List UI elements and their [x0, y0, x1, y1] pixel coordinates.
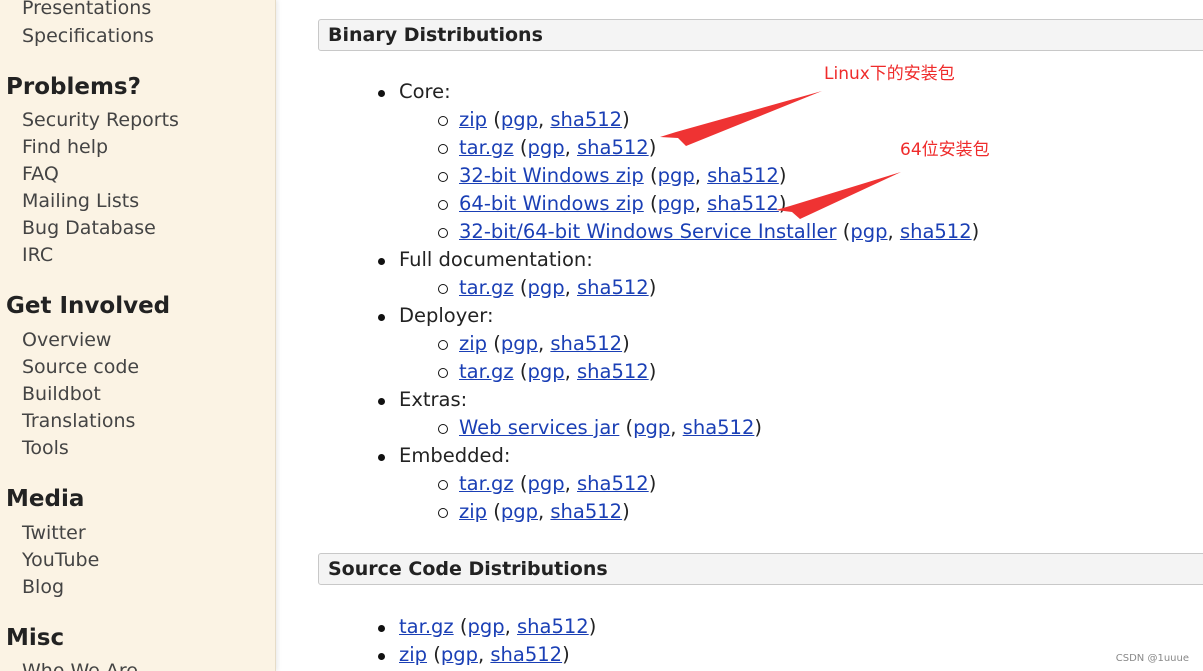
sidebar-item-youtube[interactable]: YouTube	[22, 549, 99, 571]
sub-bullet	[438, 480, 448, 490]
watermark: CSDN @1uuue	[1115, 653, 1189, 664]
fulldoc-targz-link[interactable]: tar.gz	[459, 276, 514, 299]
embedded-zip-link[interactable]: zip	[459, 500, 487, 523]
core-win32-pgp-link[interactable]: pgp	[658, 164, 695, 187]
core-win64-sha512-link[interactable]: sha512	[707, 192, 779, 215]
source-targz-pgp-link[interactable]: pgp	[467, 615, 504, 638]
core-targz-link[interactable]: tar.gz	[459, 136, 514, 159]
sidebar-heading-media: Media	[6, 486, 85, 512]
sidebar-item-who-we-are[interactable]: Who We Are	[22, 660, 138, 671]
fulldoc-pgp-link[interactable]: pgp	[527, 276, 564, 299]
sidebar-item-twitter[interactable]: Twitter	[22, 522, 86, 544]
sub-bullet	[438, 368, 448, 378]
sidebar-item-security-reports[interactable]: Security Reports	[22, 109, 179, 131]
sidebar-heading-problems: Problems?	[6, 74, 141, 100]
embedded-targz-pgp-link[interactable]: pgp	[527, 472, 564, 495]
extras-label: Extras:	[399, 388, 468, 411]
sidebar-heading-get-involved: Get Involved	[6, 293, 171, 319]
source-zip-sha512-link[interactable]: sha512	[490, 643, 562, 666]
deployer-targz-pgp-link[interactable]: pgp	[527, 360, 564, 383]
arrow-to-targz	[660, 91, 822, 146]
sidebar-item-source-code[interactable]: Source code	[22, 356, 139, 378]
deployer-zip-sha512-link[interactable]: sha512	[550, 332, 622, 355]
sidebar-item-mailing-lists[interactable]: Mailing Lists	[22, 190, 139, 212]
sub-bullet	[438, 340, 448, 350]
sub-bullet	[438, 172, 448, 182]
embedded-zip-sha512-link[interactable]: sha512	[550, 500, 622, 523]
sidebar-item-faq[interactable]: FAQ	[22, 163, 59, 185]
core-win32-zip-link[interactable]: 32-bit Windows zip	[459, 164, 644, 187]
core-zip-pgp-link[interactable]: pgp	[501, 108, 538, 131]
sub-bullet	[438, 144, 448, 154]
core-service-installer-link[interactable]: 32-bit/64-bit Windows Service Installer	[459, 220, 837, 243]
core-installer-pgp-link[interactable]: pgp	[850, 220, 887, 243]
core-label: Core:	[399, 80, 451, 103]
sidebar-item-presentations[interactable]: Presentations	[22, 0, 151, 19]
source-targz-sha512-link[interactable]: sha512	[517, 615, 589, 638]
deployer-targz-link[interactable]: tar.gz	[459, 360, 514, 383]
core-win64-zip-link[interactable]: 64-bit Windows zip	[459, 192, 644, 215]
deployer-targz-sha512-link[interactable]: sha512	[577, 360, 649, 383]
web-services-sha512-link[interactable]: sha512	[683, 416, 755, 439]
bullet	[378, 258, 385, 265]
annotation-64bit-package: 64位安装包	[900, 140, 990, 160]
bullet	[378, 90, 385, 97]
source-code-distributions-heading: Source Code Distributions	[318, 553, 1203, 585]
core-zip-sha512-link[interactable]: sha512	[550, 108, 622, 131]
sidebar-item-find-help[interactable]: Find help	[22, 136, 108, 158]
core-zip-link[interactable]: zip	[459, 108, 487, 131]
sub-bullet	[438, 200, 448, 210]
core-win64-pgp-link[interactable]: pgp	[658, 192, 695, 215]
arrow-to-win64	[776, 172, 901, 219]
sidebar-item-irc[interactable]: IRC	[22, 244, 53, 266]
source-targz-link[interactable]: tar.gz	[399, 615, 454, 638]
sidebar-item-overview[interactable]: Overview	[22, 329, 111, 351]
core-win32-sha512-link[interactable]: sha512	[707, 164, 779, 187]
bullet	[378, 653, 385, 660]
deployer-label: Deployer:	[399, 304, 494, 327]
bullet	[378, 454, 385, 461]
full-documentation-label: Full documentation:	[399, 248, 593, 271]
sidebar-item-bug-database[interactable]: Bug Database	[22, 217, 156, 239]
fulldoc-sha512-link[interactable]: sha512	[577, 276, 649, 299]
sidebar: Presentations Specifications Problems? S…	[0, 0, 276, 671]
web-services-jar-link[interactable]: Web services jar	[459, 416, 619, 439]
sidebar-item-tools[interactable]: Tools	[22, 437, 69, 459]
embedded-targz-sha512-link[interactable]: sha512	[577, 472, 649, 495]
web-services-pgp-link[interactable]: pgp	[633, 416, 670, 439]
sidebar-item-buildbot[interactable]: Buildbot	[22, 383, 101, 405]
sub-bullet	[438, 424, 448, 434]
bullet	[378, 314, 385, 321]
sidebar-item-translations[interactable]: Translations	[22, 410, 135, 432]
sidebar-heading-misc: Misc	[6, 625, 65, 651]
core-targz-sha512-link[interactable]: sha512	[577, 136, 649, 159]
embedded-targz-link[interactable]: tar.gz	[459, 472, 514, 495]
binary-distributions-heading: Binary Distributions	[318, 19, 1203, 51]
core-targz-pgp-link[interactable]: pgp	[527, 136, 564, 159]
sub-bullet	[438, 284, 448, 294]
annotation-linux-package: Linux下的安装包	[824, 64, 955, 84]
sub-bullet	[438, 508, 448, 518]
embedded-zip-pgp-link[interactable]: pgp	[501, 500, 538, 523]
sub-bullet	[438, 228, 448, 238]
sidebar-item-blog[interactable]: Blog	[22, 576, 64, 598]
deployer-zip-link[interactable]: zip	[459, 332, 487, 355]
source-zip-link[interactable]: zip	[399, 643, 427, 666]
embedded-label: Embedded:	[399, 444, 511, 467]
deployer-zip-pgp-link[interactable]: pgp	[501, 332, 538, 355]
sidebar-item-specifications[interactable]: Specifications	[22, 25, 154, 47]
core-installer-sha512-link[interactable]: sha512	[900, 220, 972, 243]
bullet	[378, 398, 385, 405]
sub-bullet	[438, 116, 448, 126]
bullet	[378, 625, 385, 632]
source-zip-pgp-link[interactable]: pgp	[441, 643, 478, 666]
